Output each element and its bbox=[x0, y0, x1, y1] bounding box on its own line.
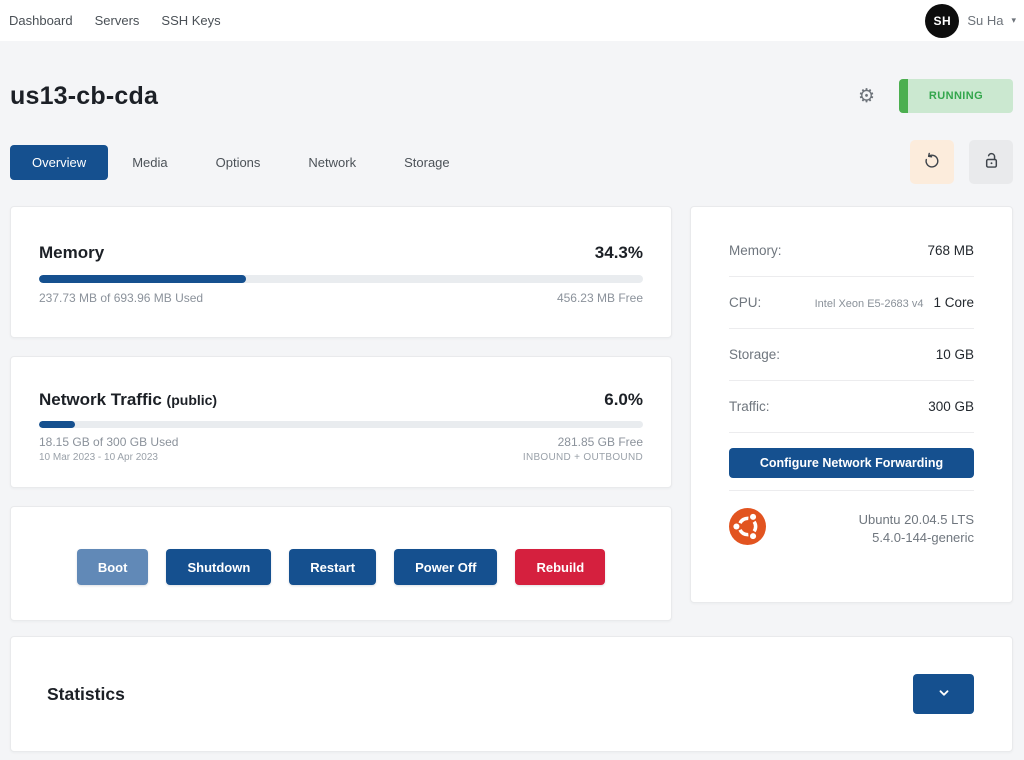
network-progress-bar bbox=[39, 421, 643, 428]
restart-button[interactable]: Restart bbox=[289, 549, 376, 585]
rebuild-button[interactable]: Rebuild bbox=[515, 549, 605, 585]
caret-down-icon: ▾ bbox=[1011, 15, 1016, 26]
server-specs-card: Memory: 768 MB CPU: Intel Xeon E5-2683 v… bbox=[690, 206, 1013, 603]
spec-cpu-label: CPU: bbox=[729, 295, 761, 310]
tab-overview[interactable]: Overview bbox=[10, 145, 108, 180]
spec-row-traffic: Traffic: 300 GB bbox=[729, 381, 974, 433]
nav-link-servers[interactable]: Servers bbox=[95, 13, 140, 28]
user-name: Su Ha bbox=[967, 13, 1003, 28]
memory-progress-fill bbox=[39, 275, 246, 283]
unlock-icon bbox=[981, 150, 1002, 174]
chevron-down-icon bbox=[937, 686, 951, 703]
spec-row-storage: Storage: 10 GB bbox=[729, 329, 974, 381]
memory-used-text: 237.73 MB of 693.96 MB Used bbox=[39, 291, 203, 305]
memory-free-text: 456.23 MB Free bbox=[557, 291, 643, 305]
spec-row-cpu: CPU: Intel Xeon E5-2683 v4 1 Core bbox=[729, 277, 974, 329]
tab-media[interactable]: Media bbox=[108, 145, 191, 180]
history-restore-icon bbox=[922, 151, 942, 174]
header-icon-buttons bbox=[910, 140, 1013, 184]
spec-cpu-value: 1 Core bbox=[933, 295, 974, 310]
power-actions-card: Boot Shutdown Restart Power Off Rebuild bbox=[10, 506, 672, 621]
network-progress-fill bbox=[39, 421, 75, 428]
network-title-qualifier: (public) bbox=[167, 392, 218, 408]
nav-link-ssh-keys[interactable]: SSH Keys bbox=[161, 13, 220, 28]
server-header: us13-cb-cda ⚙ RUNNING bbox=[10, 79, 1013, 113]
ubuntu-logo-icon bbox=[729, 508, 766, 550]
page-title: us13-cb-cda bbox=[10, 82, 858, 111]
shutdown-button[interactable]: Shutdown bbox=[166, 549, 271, 585]
spec-storage-label: Storage: bbox=[729, 347, 780, 362]
tabs-row: Overview Media Options Network Storage bbox=[10, 140, 1013, 184]
network-percent: 6.0% bbox=[604, 390, 643, 410]
statistics-card: Statistics bbox=[10, 636, 1013, 752]
configure-network-forwarding-button[interactable]: Configure Network Forwarding bbox=[729, 448, 974, 478]
avatar[interactable]: SH bbox=[925, 4, 959, 38]
statistics-expand-button[interactable] bbox=[913, 674, 974, 714]
memory-percent: 34.3% bbox=[595, 243, 643, 263]
restore-snapshot-button[interactable] bbox=[910, 140, 954, 184]
user-menu[interactable]: SH Su Ha ▾ bbox=[925, 4, 1016, 38]
status-badge-bar bbox=[899, 79, 908, 113]
network-scope-text: INBOUND + OUTBOUND bbox=[523, 452, 643, 463]
nav-link-dashboard[interactable]: Dashboard bbox=[9, 13, 73, 28]
status-badge: RUNNING bbox=[899, 79, 1013, 113]
os-info-row: Ubuntu 20.04.5 LTS 5.4.0-144-generic bbox=[729, 508, 974, 550]
network-card-title: Network Traffic (public) bbox=[39, 390, 217, 410]
spec-storage-value: 10 GB bbox=[936, 347, 974, 362]
memory-usage-card: Memory 34.3% 237.73 MB of 693.96 MB Used… bbox=[10, 206, 672, 338]
network-traffic-card: Network Traffic (public) 6.0% 18.15 GB o… bbox=[10, 356, 672, 488]
memory-card-title: Memory bbox=[39, 243, 104, 263]
power-off-button[interactable]: Power Off bbox=[394, 549, 497, 585]
memory-progress-bar bbox=[39, 275, 643, 283]
unlock-button[interactable] bbox=[969, 140, 1013, 184]
os-name: Ubuntu 20.04.5 LTS bbox=[859, 511, 974, 529]
tab-storage[interactable]: Storage bbox=[380, 145, 474, 180]
network-free-text: 281.85 GB Free bbox=[558, 435, 643, 449]
os-kernel: 5.4.0-144-generic bbox=[859, 529, 974, 547]
tab-network[interactable]: Network bbox=[284, 145, 380, 180]
statistics-title: Statistics bbox=[47, 684, 125, 705]
boot-button[interactable]: Boot bbox=[77, 549, 149, 585]
spec-traffic-label: Traffic: bbox=[729, 399, 770, 414]
spec-cpu-model: Intel Xeon E5-2683 v4 bbox=[815, 298, 924, 310]
spec-traffic-value: 300 GB bbox=[928, 399, 974, 414]
network-title-text: Network Traffic bbox=[39, 390, 162, 409]
top-navigation-bar: Dashboard Servers SSH Keys SH Su Ha ▾ bbox=[0, 0, 1024, 41]
tab-options[interactable]: Options bbox=[192, 145, 285, 180]
spec-memory-value: 768 MB bbox=[927, 243, 974, 258]
status-badge-label: RUNNING bbox=[929, 90, 983, 102]
divider bbox=[729, 490, 974, 491]
gear-icon[interactable]: ⚙ bbox=[858, 87, 875, 106]
spec-memory-label: Memory: bbox=[729, 243, 782, 258]
top-nav-links: Dashboard Servers SSH Keys bbox=[9, 13, 221, 28]
network-used-text: 18.15 GB of 300 GB Used bbox=[39, 435, 178, 449]
spec-row-memory: Memory: 768 MB bbox=[729, 243, 974, 277]
network-period-text: 10 Mar 2023 - 10 Apr 2023 bbox=[39, 452, 158, 463]
